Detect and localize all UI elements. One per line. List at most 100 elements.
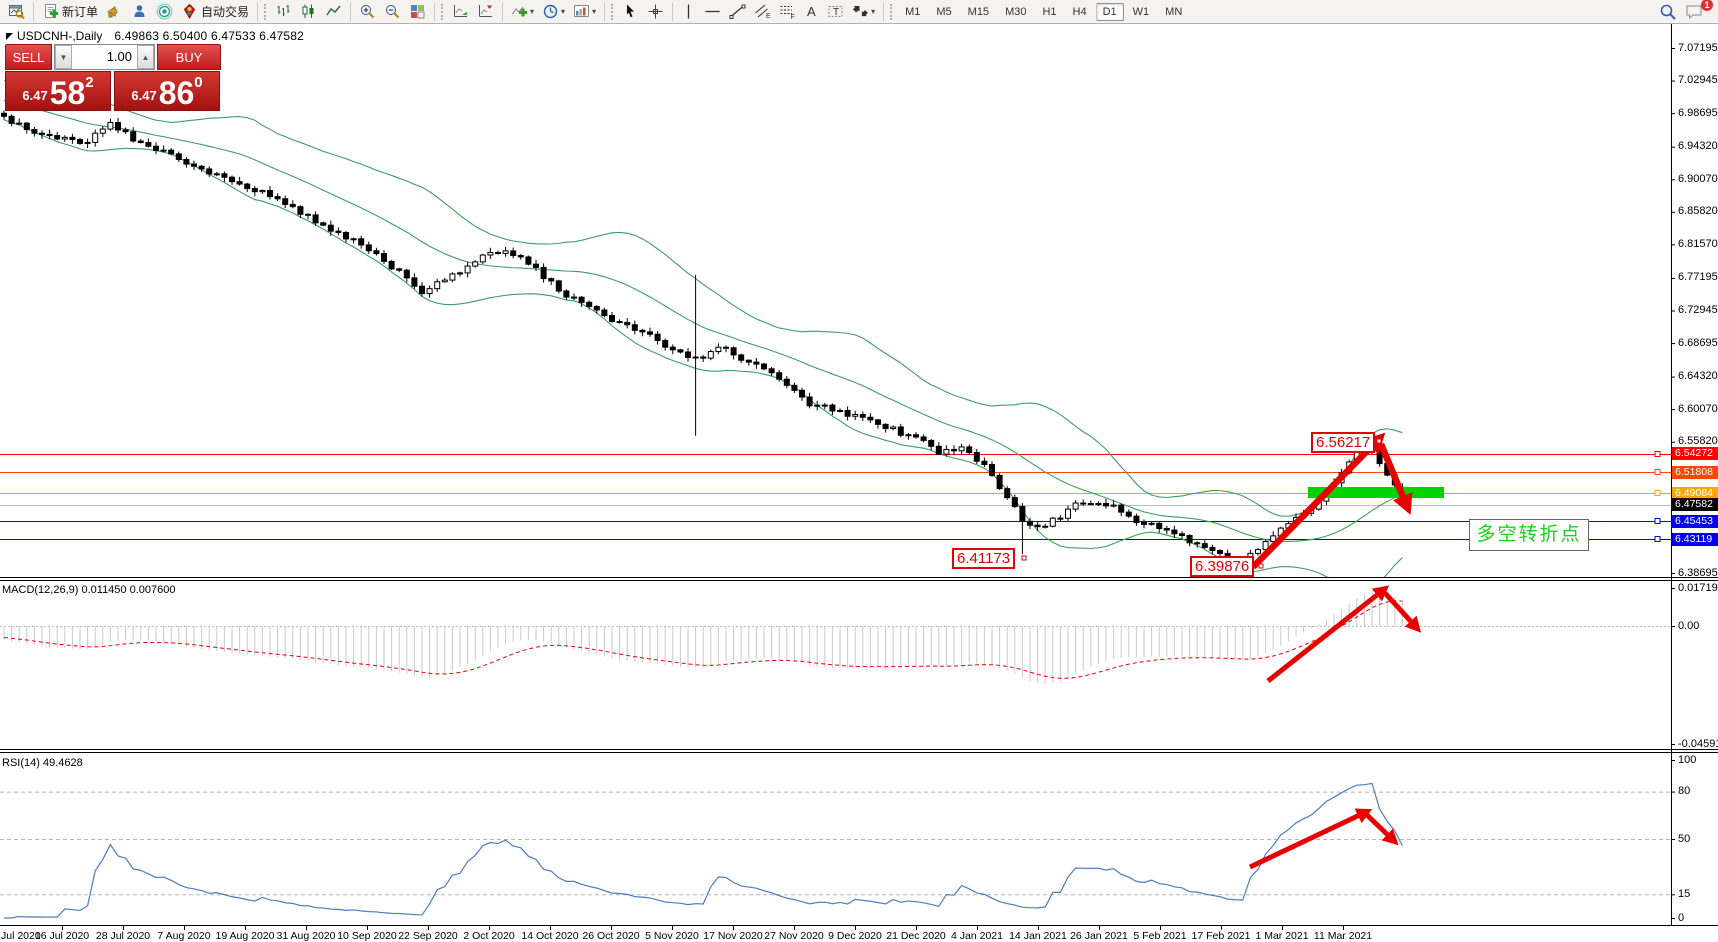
timeframe-m30[interactable]: M30 xyxy=(998,3,1033,21)
timeframe-w1[interactable]: W1 xyxy=(1126,3,1157,21)
candlestick-chart-button[interactable] xyxy=(296,2,321,22)
svg-text:E: E xyxy=(766,13,771,20)
chart-canvas[interactable] xyxy=(0,0,1718,942)
tile-windows-button[interactable] xyxy=(405,2,430,22)
line-chart-button[interactable] xyxy=(321,2,346,22)
market-watch-button[interactable] xyxy=(4,2,29,22)
date-label: 10 Sep 2020 xyxy=(337,930,397,942)
axis-label: 6.90070 xyxy=(1678,173,1718,185)
alerts-button[interactable] xyxy=(102,2,127,22)
axis-label: 80 xyxy=(1678,785,1690,797)
macd-label: MACD(12,26,9) 0.011450 0.007600 xyxy=(2,584,175,596)
axis-label: 6.81570 xyxy=(1678,238,1718,250)
level-price-chip: 6.45453 xyxy=(1672,515,1718,528)
toolbar: 新订单 自动交易 xyxy=(0,0,1718,24)
sell-price-pips: 58 xyxy=(50,80,86,107)
axis-label: 6.98695 xyxy=(1678,107,1718,119)
text-label-icon: T xyxy=(827,3,844,20)
peak-price-label[interactable]: 6.56217 xyxy=(1311,432,1375,453)
text-tool[interactable]: A xyxy=(800,2,823,22)
timeframe-m1[interactable]: M1 xyxy=(898,3,927,21)
clock-icon xyxy=(542,3,559,20)
axis-label: 0.017199 xyxy=(1678,582,1718,594)
trendline-tool[interactable] xyxy=(725,2,750,22)
zoom-in-icon xyxy=(359,3,376,20)
autotrading-button[interactable]: 自动交易 xyxy=(177,2,253,22)
zoom-out-icon xyxy=(384,3,401,20)
signals-button[interactable] xyxy=(152,2,177,22)
low1-price-label[interactable]: 6.41173 xyxy=(952,548,1015,569)
timeframe-group: M1M5M15M30H1H4D1W1MN xyxy=(897,3,1190,21)
level-price-chip: 6.51808 xyxy=(1672,466,1718,479)
volume-decrease-button[interactable]: ▼ xyxy=(55,45,72,69)
indicators-button[interactable]: ▾ xyxy=(507,2,538,22)
templates-button[interactable]: ▾ xyxy=(569,2,600,22)
timeframe-h1[interactable]: H1 xyxy=(1035,3,1063,21)
timeframe-mn[interactable]: MN xyxy=(1158,3,1189,21)
timeframe-h4[interactable]: H4 xyxy=(1066,3,1094,21)
add-indicator-icon xyxy=(511,3,528,20)
buy-price-display[interactable]: 6.47 86 0 xyxy=(114,71,220,111)
date-label: 19 Aug 2020 xyxy=(216,930,275,942)
zoom-in-button[interactable] xyxy=(355,2,380,22)
community-button[interactable] xyxy=(127,2,152,22)
new-order-button[interactable]: 新订单 xyxy=(38,2,102,22)
template-icon xyxy=(573,3,590,20)
pivot-text-box[interactable]: 多空转折点 xyxy=(1469,519,1589,551)
timeframe-m15[interactable]: M15 xyxy=(961,3,996,21)
ohlc-values: 6.49863 6.50400 6.47533 6.47582 xyxy=(114,29,304,43)
chat-button[interactable]: 1 xyxy=(1681,2,1708,22)
date-label: 14 Oct 2020 xyxy=(521,930,578,942)
date-label: 11 Mar 2021 xyxy=(1314,930,1372,942)
zoom-out-button[interactable] xyxy=(380,2,405,22)
new-order-label: 新订单 xyxy=(62,3,98,20)
user-icon xyxy=(131,3,148,20)
chevron-down-icon: ▾ xyxy=(592,7,596,16)
search-button[interactable] xyxy=(1655,2,1681,22)
volume-input[interactable]: 1.00 xyxy=(72,45,137,69)
crosshair-icon xyxy=(647,3,664,20)
date-label: 16 Jul 2020 xyxy=(35,930,89,942)
svg-text:T: T xyxy=(833,7,839,18)
cursor-icon xyxy=(622,3,639,20)
tile-windows-icon xyxy=(409,3,426,20)
vertical-line-icon xyxy=(681,3,696,20)
signal-icon xyxy=(156,3,173,20)
date-label: 2 Oct 2020 xyxy=(463,930,514,942)
equidistant-channel-tool[interactable]: E xyxy=(750,2,775,22)
date-label: 7 Aug 2020 xyxy=(157,930,210,942)
volume-increase-button[interactable]: ▲ xyxy=(137,45,154,69)
periods-button[interactable]: ▾ xyxy=(538,2,569,22)
timeframe-d1[interactable]: D1 xyxy=(1096,3,1124,21)
bar-chart-button[interactable] xyxy=(271,2,296,22)
timeframe-m5[interactable]: M5 xyxy=(929,3,958,21)
axis-label: 15 xyxy=(1678,888,1690,900)
symbol-timeframe: USDCNH-,Daily xyxy=(17,29,102,43)
vertical-line-tool[interactable] xyxy=(677,2,700,22)
axis-label: 6.72945 xyxy=(1678,304,1718,316)
megaphone-icon xyxy=(106,3,123,20)
horizontal-line-tool[interactable] xyxy=(700,2,725,22)
arrows-tool[interactable]: ▾ xyxy=(848,2,879,22)
sell-button[interactable]: SELL xyxy=(5,44,52,70)
fibonacci-tool[interactable]: F xyxy=(775,2,800,22)
chart-window-icon xyxy=(8,3,25,20)
date-label: 5 Feb 2021 xyxy=(1133,930,1186,942)
level-price-chip: 6.43119 xyxy=(1672,533,1718,546)
buy-button[interactable]: BUY xyxy=(157,44,221,70)
text-icon: A xyxy=(804,3,819,20)
volume-stepper: ▼ 1.00 ▲ xyxy=(54,44,155,70)
mt4-window: 新订单 自动交易 xyxy=(0,0,1718,942)
axis-label: 6.94320 xyxy=(1678,140,1718,152)
axis-label: 6.77195 xyxy=(1678,271,1718,283)
sell-price-display[interactable]: 6.47 58 2 xyxy=(5,71,111,111)
cursor-tool-button[interactable] xyxy=(618,2,643,22)
text-label-tool[interactable]: T xyxy=(823,2,848,22)
buy-price-base: 6.47 xyxy=(131,88,156,103)
low2-price-label[interactable]: 6.39876 xyxy=(1190,556,1254,577)
axis-label: 6.55820 xyxy=(1678,435,1718,447)
auto-scroll-button[interactable] xyxy=(448,2,473,22)
chart-shift-button[interactable] xyxy=(473,2,498,22)
crosshair-tool-button[interactable] xyxy=(643,2,668,22)
fibonacci-icon: F xyxy=(779,3,796,20)
